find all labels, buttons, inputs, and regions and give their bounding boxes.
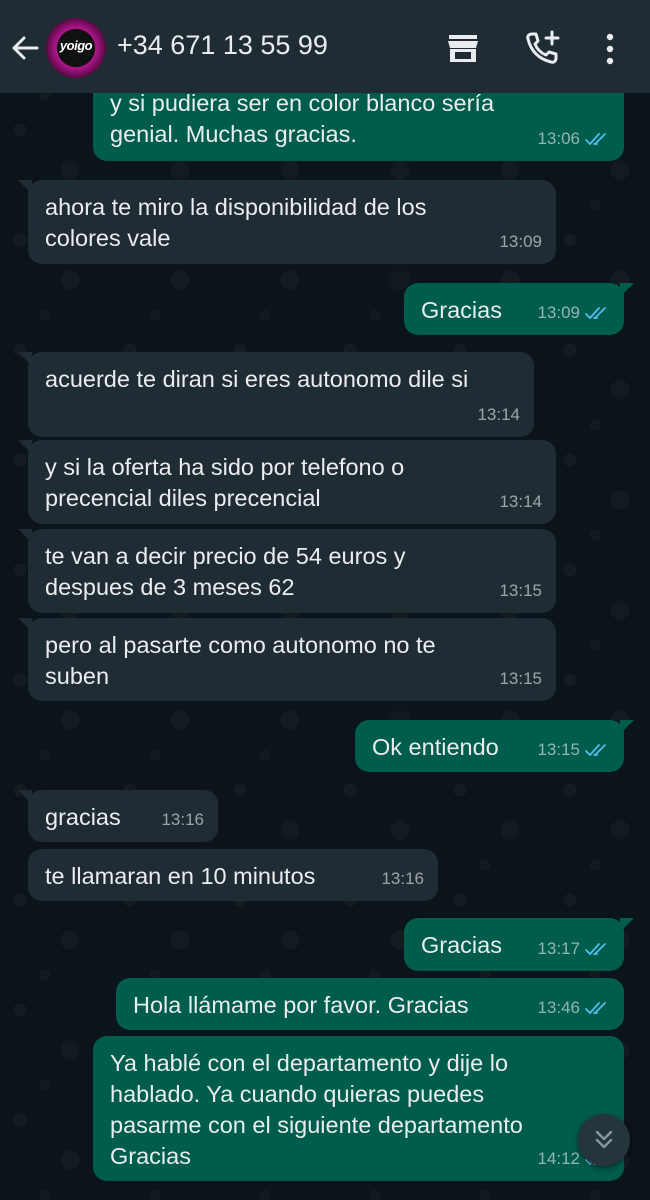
incoming-message[interactable]: te llamaran en 10 minutos 13:16 bbox=[28, 849, 438, 901]
message-meta: 13:16 bbox=[381, 863, 424, 894]
outgoing-message[interactable]: Ya hablé con el departamento y dije lo h… bbox=[93, 1036, 624, 1181]
incoming-message[interactable]: ahora te miro la disponibilidad de los c… bbox=[18, 180, 556, 264]
read-receipt-icon bbox=[585, 1001, 606, 1014]
incoming-message[interactable]: y si la oferta ha sido por telefono o pr… bbox=[18, 440, 556, 524]
message-time: 13:16 bbox=[381, 869, 424, 888]
add-call-icon[interactable] bbox=[524, 30, 562, 66]
message-time: 13:46 bbox=[537, 998, 580, 1017]
outgoing-message[interactable]: Ok entiendo 13:15 bbox=[355, 720, 634, 772]
message-text: y si pudiera ser en color blanco sería g… bbox=[110, 90, 495, 147]
message-time: 14:12 bbox=[537, 1149, 580, 1168]
message-time: 13:15 bbox=[499, 669, 542, 688]
incoming-message[interactable]: te van a decir precio de 54 euros y desp… bbox=[18, 529, 556, 613]
message-meta: 13:14 bbox=[499, 486, 542, 517]
message-meta: 13:46 bbox=[537, 992, 610, 1023]
message-text: pero al pasarte como autonomo no te sube… bbox=[45, 632, 436, 689]
contact-name[interactable]: +34 671 13 55 99 bbox=[117, 30, 328, 61]
incoming-message[interactable]: pero al pasarte como autonomo no te sube… bbox=[18, 618, 556, 701]
message-time: 13:09 bbox=[499, 232, 542, 251]
message-text: acuerde te diran si eres autonomo dile s… bbox=[45, 366, 469, 392]
message-text: te llamaran en 10 minutos bbox=[45, 863, 316, 889]
message-meta: 13:16 bbox=[161, 804, 204, 835]
chevron-double-down-icon bbox=[595, 1130, 613, 1149]
message-text: Hola llámame por favor. Gracias bbox=[133, 992, 469, 1018]
outgoing-message[interactable]: Gracias 13:09 bbox=[404, 283, 634, 335]
message-meta: 13:06 bbox=[537, 123, 610, 154]
message-text: Ya hablé con el departamento y dije lo h… bbox=[110, 1050, 523, 1169]
message-text: te van a decir precio de 54 euros y desp… bbox=[45, 543, 406, 600]
message-meta: 13:15 bbox=[499, 663, 542, 694]
avatar-logo-text: yoigo bbox=[59, 38, 93, 53]
message-time: 13:15 bbox=[537, 740, 580, 759]
incoming-message[interactable]: acuerde te diran si eres autonomo dile s… bbox=[18, 352, 534, 437]
read-receipt-icon bbox=[585, 942, 606, 955]
message-meta: 13:09 bbox=[499, 226, 542, 257]
incoming-message[interactable]: gracias 13:16 bbox=[18, 790, 218, 842]
message-time: 13:14 bbox=[477, 405, 520, 424]
message-meta: 13:17 bbox=[537, 933, 610, 964]
message-time: 13:15 bbox=[499, 581, 542, 600]
message-time: 13:17 bbox=[537, 939, 580, 958]
avatar[interactable]: yoigo bbox=[46, 18, 106, 78]
arrow-left-icon[interactable] bbox=[10, 33, 40, 63]
message-time: 13:09 bbox=[537, 303, 580, 322]
read-receipt-icon bbox=[585, 743, 606, 756]
message-text: ahora te miro la disponibilidad de los c… bbox=[45, 194, 427, 251]
message-meta: 13:15 bbox=[499, 575, 542, 606]
message-time: 13:14 bbox=[499, 492, 542, 511]
shop-icon[interactable] bbox=[446, 32, 480, 64]
outgoing-message[interactable]: Hola llámame por favor. Gracias 13:46 bbox=[116, 978, 624, 1030]
read-receipt-icon bbox=[585, 306, 606, 319]
chat-header: yoigo +34 671 13 55 99 bbox=[0, 0, 650, 93]
read-receipt-icon bbox=[585, 132, 606, 145]
message-meta: 13:14 bbox=[477, 399, 520, 430]
scroll-to-bottom-button[interactable] bbox=[578, 1114, 630, 1166]
message-text: y si la oferta ha sido por telefono o pr… bbox=[45, 454, 405, 511]
message-time: 13:06 bbox=[537, 129, 580, 148]
outgoing-message[interactable]: Gracias 13:17 bbox=[404, 918, 634, 971]
message-meta: 13:15 bbox=[537, 734, 610, 765]
message-meta: 13:09 bbox=[537, 297, 610, 328]
more-vertical-icon[interactable] bbox=[602, 32, 618, 66]
message-time: 13:16 bbox=[161, 810, 204, 829]
